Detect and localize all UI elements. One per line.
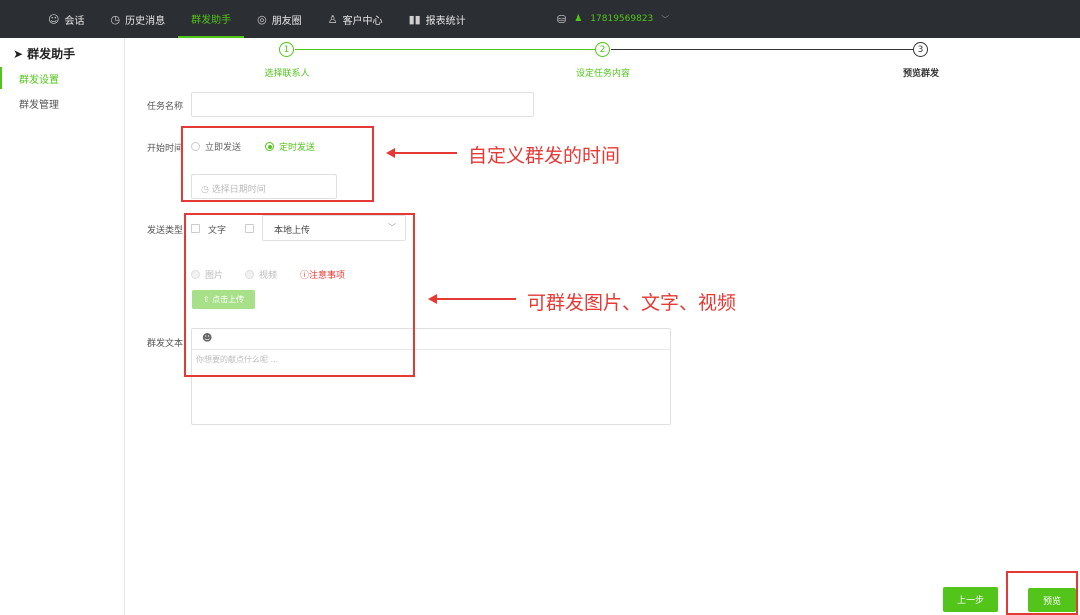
step-connector — [295, 49, 603, 50]
nav-chat[interactable]: ☺ 会话 — [35, 0, 97, 38]
sidebar-title-text: 群发助手 — [27, 47, 76, 61]
step-1-circle: 1 — [279, 42, 294, 57]
sidebar: ➤ 群发助手 群发设置 群发管理 — [0, 38, 125, 615]
step-2-label: 设定任务内容 — [575, 69, 631, 79]
nav-chat-label: 会话 — [64, 15, 85, 27]
nav-moments[interactable]: ◎ 朋友圈 — [244, 0, 315, 38]
annotation-box-content — [184, 213, 415, 377]
nav-moments-label: 朋友圈 — [271, 15, 302, 27]
top-navigation-bar: ☺ 会话 ◷ 历史消息 群发助手 ◎ 朋友圈 ♙ 客户中心 ▮▮ 报表统计 ⛁ … — [0, 0, 1080, 38]
prev-step-button[interactable]: 上一步 — [943, 587, 998, 612]
step-2-circle: 2 — [595, 42, 610, 57]
annotation-arrow — [428, 294, 516, 304]
annotation-box-time — [181, 126, 374, 202]
annotation-box-preview — [1006, 571, 1078, 615]
annotation-time: 自定义群发的时间 — [468, 145, 621, 167]
task-name-label: 任务名称 — [147, 102, 184, 112]
nav-mass-send-label: 群发助手 — [191, 14, 232, 26]
history-icon: ◷ — [110, 12, 121, 26]
account-switcher[interactable]: ⛁ ♟ 17819569823 ﹀ — [557, 0, 669, 38]
step-connector — [611, 49, 913, 50]
nav-history[interactable]: ◷ 历史消息 — [97, 0, 178, 38]
step-3-circle: 3 — [913, 42, 928, 57]
sidebar-item-settings[interactable]: 群发设置 — [0, 67, 124, 89]
task-name-input[interactable] — [191, 92, 534, 117]
annotation-arrow — [386, 148, 457, 158]
send-type-label: 发送类型 — [147, 226, 184, 236]
sidebar-item-management[interactable]: 群发管理 — [0, 92, 124, 114]
moments-icon: ◎ — [257, 12, 267, 26]
chevron-down-icon: ﹀ — [661, 14, 670, 24]
customer-icon: ♙ — [327, 12, 338, 26]
nav-mass-send[interactable]: 群发助手 — [178, 0, 245, 38]
step-progress: 1 2 3 选择联系人 设定任务内容 预览群发 — [125, 38, 1080, 88]
sidebar-title: ➤ 群发助手 — [13, 45, 75, 62]
nav-stats[interactable]: ▮▮ 报表统计 — [396, 0, 479, 38]
nav-stats-label: 报表统计 — [425, 15, 466, 27]
stats-icon: ▮▮ — [408, 12, 421, 26]
annotation-content: 可群发图片、文字、视频 — [527, 292, 737, 314]
nav-customer-label: 客户中心 — [342, 15, 383, 27]
nav-customer[interactable]: ♙ 客户中心 — [315, 0, 396, 38]
chat-icon: ☺ — [48, 12, 60, 26]
database-icon: ⛁ — [557, 12, 567, 26]
user-icon: ♟ — [574, 14, 583, 24]
step-1-label: 选择联系人 — [264, 69, 310, 79]
start-time-label: 开始时间 — [147, 144, 184, 154]
send-icon: ➤ — [13, 46, 24, 61]
nav-history-label: 历史消息 — [125, 15, 166, 27]
mass-text-label: 群发文本 — [147, 339, 184, 349]
account-number: 17819569823 — [590, 14, 654, 24]
step-3-label: 预览群发 — [902, 69, 940, 79]
